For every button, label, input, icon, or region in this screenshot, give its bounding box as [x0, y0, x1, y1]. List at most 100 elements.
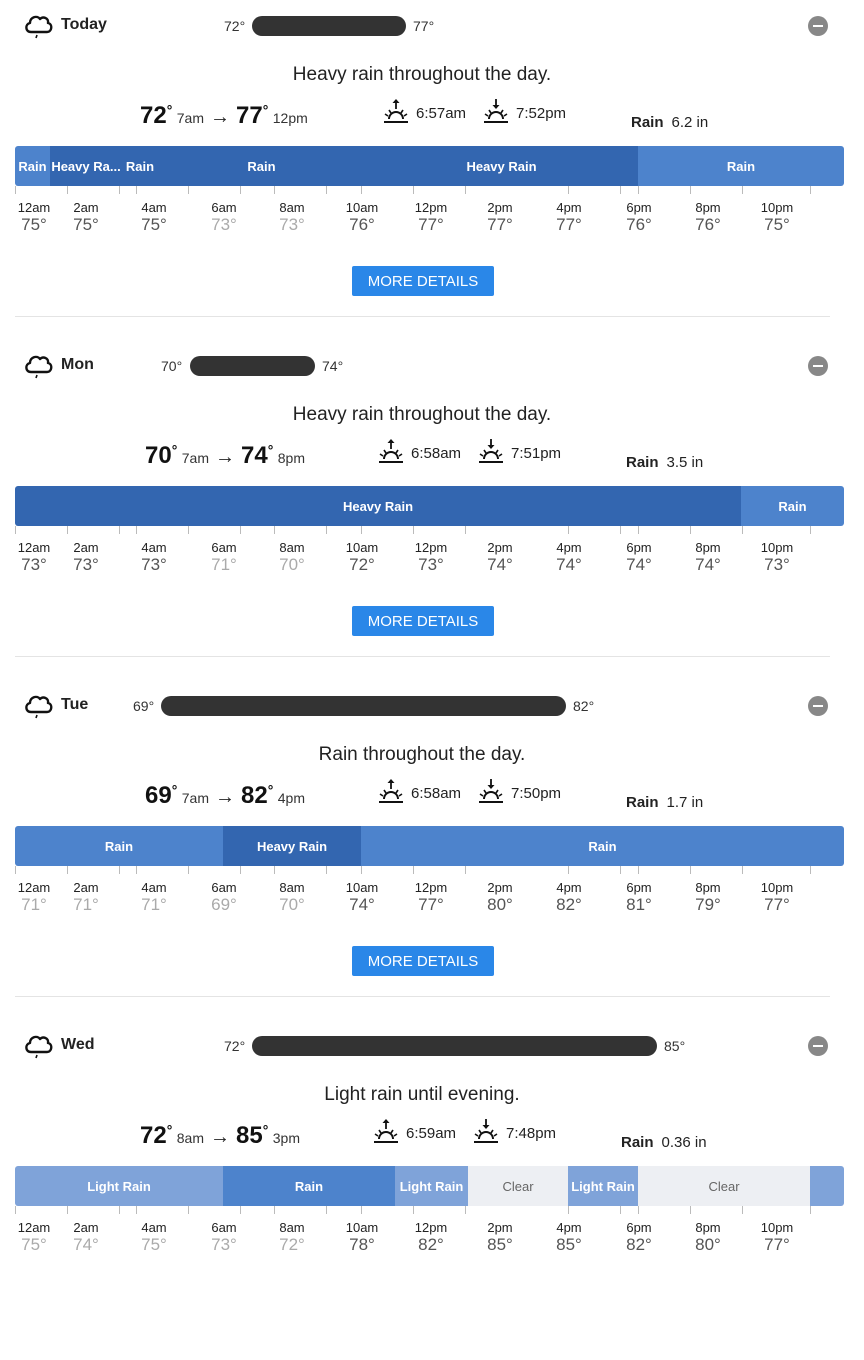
day-card-tue: Tue 69° 82° Rain throughout the day. 69° 7am…: [0, 680, 864, 1020]
rain-amount: 1.7 in: [666, 794, 704, 811]
hour-ticks: [15, 186, 844, 196]
hour-temp: 75°: [141, 215, 167, 234]
collapse-button[interactable]: [808, 16, 828, 36]
hour-item: 8pm 74°: [678, 540, 738, 575]
low-temp: 70°: [161, 358, 183, 374]
timeline-segment[interactable]: Rain: [223, 1166, 395, 1206]
rain-label: Rain: [626, 454, 659, 471]
hour-label: 4pm: [556, 1220, 582, 1235]
hour-label: 2am: [73, 540, 99, 555]
more-details-button[interactable]: MORE DETAILS: [352, 266, 494, 296]
hour-item: 4am 71°: [124, 880, 184, 915]
tick-mark: [413, 866, 414, 874]
rain-label: Rain: [621, 1134, 654, 1151]
tick-mark: [188, 526, 189, 534]
timeline-segment[interactable]: Light Rain: [568, 1166, 638, 1206]
tick-mark: [361, 186, 362, 194]
hour-temp: 81°: [626, 895, 652, 914]
timeline-segment[interactable]: Light Rain: [15, 1166, 223, 1206]
timeline-segment[interactable]: Rain: [158, 146, 365, 186]
hour-label: 4am: [141, 1220, 167, 1235]
tick-mark: [742, 1206, 743, 1214]
hour-label: 4pm: [556, 880, 582, 895]
temp-extremes: 72° 8am → 85° 3pm: [140, 1122, 300, 1149]
hour-item: 8am 72°: [262, 1220, 322, 1255]
sunrise-time: 6:59am: [406, 1124, 457, 1142]
hour-ticks: [15, 1206, 844, 1216]
precip-timeline: Rain Heavy Rain Rain: [15, 826, 844, 866]
low-temp-time: 8am: [176, 1130, 204, 1146]
sunset-time: 7:48pm: [506, 1124, 557, 1142]
timeline-segment[interactable]: Heavy Rain: [223, 826, 361, 866]
hour-temp: 71°: [21, 895, 47, 914]
sunrise: 6:59am: [372, 1118, 456, 1148]
hour-temp: 82°: [556, 895, 582, 914]
high-temp-time: 4pm: [277, 790, 305, 806]
hour-temp: 77°: [764, 895, 790, 914]
more-details-button[interactable]: MORE DETAILS: [352, 946, 494, 976]
hour-item: 8am 70°: [262, 880, 322, 915]
hour-label: 8pm: [695, 1220, 721, 1235]
day-summary: Heavy rain throughout the day.: [292, 404, 552, 425]
hour-item: 12pm 77°: [401, 880, 461, 915]
hour-temp: 73°: [73, 555, 99, 574]
timeline-segment[interactable]: Rain: [638, 146, 844, 186]
hour-label: 4pm: [556, 540, 582, 555]
hour-temp: 77°: [418, 895, 444, 914]
tick-mark: [240, 1206, 241, 1214]
hour-label: 4am: [141, 540, 167, 555]
tick-mark: [119, 526, 120, 534]
timeline-segment[interactable]: Clear: [468, 1166, 568, 1206]
collapse-button[interactable]: [808, 356, 828, 376]
tick-mark: [638, 186, 639, 194]
tick-mark: [274, 186, 275, 194]
hour-label: 2am: [73, 880, 99, 895]
rain-amount: 6.2 in: [671, 114, 709, 131]
timeline-segment[interactable]: Rain: [15, 826, 223, 866]
hour-label: 12pm: [414, 540, 448, 555]
hour-label: 10pm: [760, 540, 794, 555]
timeline-segment[interactable]: Rain: [741, 486, 844, 526]
hour-item: 6pm 76°: [609, 200, 669, 235]
hour-item: 8pm 76°: [678, 200, 738, 235]
low-temp-time: 7am: [181, 790, 209, 806]
tick-mark: [188, 186, 189, 194]
hour-temp: 71°: [141, 895, 167, 914]
timeline-segment[interactable]: Heavy Rain: [15, 486, 741, 526]
tick-mark: [620, 1206, 621, 1214]
hour-item: 2am 74°: [56, 1220, 116, 1255]
tick-mark: [568, 866, 569, 874]
low-temp: 72°: [224, 1038, 246, 1054]
tick-mark: [568, 186, 569, 194]
hour-temp: 73°: [764, 555, 790, 574]
precip-timeline: Heavy Rain Rain: [15, 486, 844, 526]
high-temp-big: 77: [236, 102, 263, 129]
rain-amount: 3.5 in: [666, 454, 704, 471]
sunset: 7:48pm: [472, 1118, 556, 1148]
hour-label: 8am: [279, 880, 305, 895]
sunset: 7:52pm: [482, 98, 566, 128]
timeline-segment[interactable]: [810, 1166, 844, 1206]
timeline-segment[interactable]: Clear: [638, 1166, 810, 1206]
tick-mark: [742, 526, 743, 534]
timeline-segment[interactable]: Heavy Ra...: [50, 146, 122, 186]
timeline-segment[interactable]: Rain: [122, 146, 158, 186]
tick-mark: [638, 1206, 639, 1214]
sunrise-icon: [377, 778, 411, 808]
more-details-button[interactable]: MORE DETAILS: [352, 606, 494, 636]
hour-temp: 74°: [626, 555, 652, 574]
timeline-segment[interactable]: Rain: [15, 146, 50, 186]
hour-item: 6pm 81°: [609, 880, 669, 915]
collapse-button[interactable]: [808, 1036, 828, 1056]
cloud-icon: [22, 690, 54, 722]
tick-mark: [361, 866, 362, 874]
tick-mark: [810, 526, 811, 534]
temp-range-bar: [190, 356, 315, 376]
timeline-segment[interactable]: Rain: [361, 826, 844, 866]
timeline-segment[interactable]: Light Rain: [395, 1166, 468, 1206]
hour-item: 2am 75°: [56, 200, 116, 235]
timeline-segment[interactable]: Heavy Rain: [365, 146, 638, 186]
collapse-button[interactable]: [808, 696, 828, 716]
rain-total: Rain 0.36 in: [621, 1134, 707, 1151]
day-summary: Light rain until evening.: [324, 1084, 520, 1105]
